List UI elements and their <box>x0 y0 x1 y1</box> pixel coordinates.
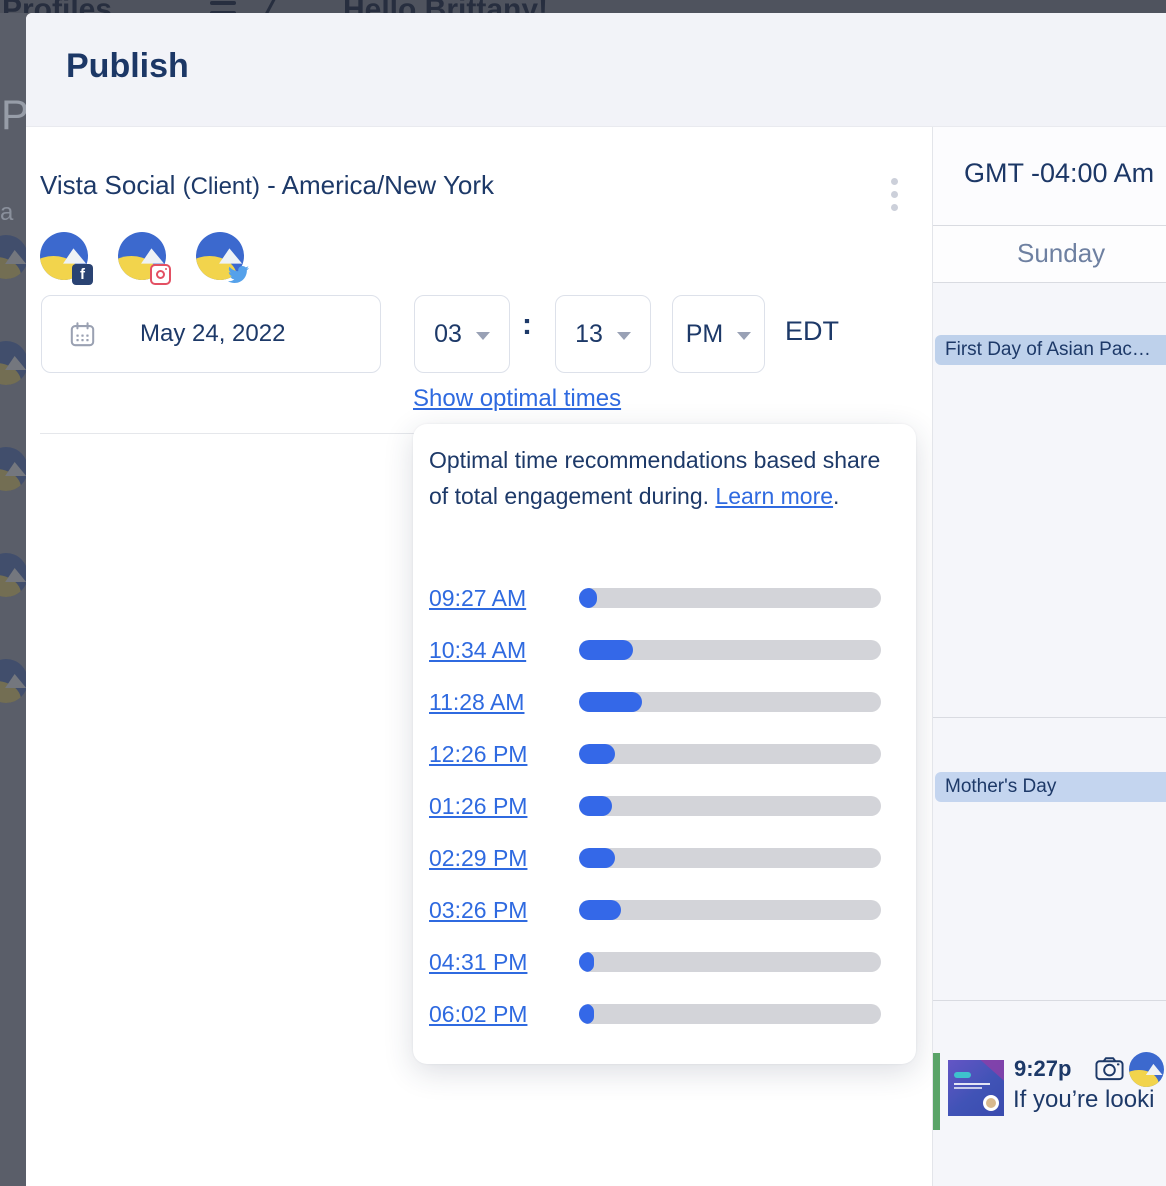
minute-value: 13 <box>575 320 603 349</box>
post-status-marker <box>933 1053 940 1130</box>
engagement-bar-track <box>579 640 881 660</box>
optimal-time-row: 12:26 PM <box>413 728 916 780</box>
facebook-badge-icon: f <box>72 264 93 285</box>
background-letter: P <box>1 91 26 139</box>
engagement-bar-fill <box>579 952 594 972</box>
calendar-icon <box>69 321 96 348</box>
background-profile-avatar <box>0 659 26 703</box>
page-title: Publish <box>66 47 189 86</box>
engagement-bar-fill <box>579 744 615 764</box>
optimal-time-link[interactable]: 04:31 PM <box>429 949 579 976</box>
meridiem-select[interactable]: PM <box>672 295 765 373</box>
optimal-time-link[interactable]: 06:02 PM <box>429 1001 579 1028</box>
optimal-time-row: 02:29 PM <box>413 832 916 884</box>
post-profile-avatar <box>1129 1052 1164 1087</box>
modal-header: Publish <box>26 13 1166 127</box>
hour-select[interactable]: 03 <box>414 295 510 373</box>
date-picker[interactable]: May 24, 2022 <box>41 295 381 373</box>
engagement-bar-track <box>579 796 881 816</box>
calendar-cell-divider <box>933 717 1166 718</box>
show-optimal-times-link[interactable]: Show optimal times <box>413 385 621 413</box>
greeting-label: Hello Brittany! <box>343 0 548 13</box>
post-message: If you’re looki <box>1013 1086 1166 1114</box>
minute-select[interactable]: 13 <box>555 295 651 373</box>
instagram-badge-icon <box>150 264 171 285</box>
hour-value: 03 <box>434 320 462 349</box>
optimal-time-link[interactable]: 09:27 AM <box>429 585 579 612</box>
optimal-time-row: 01:26 PM <box>413 780 916 832</box>
engagement-bar-track <box>579 588 881 608</box>
chevron-down-icon <box>476 332 490 340</box>
twitter-badge-icon <box>228 264 249 285</box>
timezone-header-text: GMT -04:00 Am <box>964 158 1154 189</box>
nav-profiles-label: Profiles <box>2 0 112 13</box>
profile-group-title: Vista Social (Client) - America/New York <box>40 170 494 201</box>
post-thumbnail <box>948 1060 1004 1116</box>
chevron-down-icon <box>617 332 631 340</box>
popover-description: Optimal time recommendations based share… <box>429 442 881 514</box>
post-time: 9:27p <box>1014 1056 1071 1082</box>
optimal-time-row: 06:02 PM <box>413 988 916 1040</box>
engagement-bar-fill <box>579 900 621 920</box>
optimal-time-link[interactable]: 01:26 PM <box>429 793 579 820</box>
engagement-bar-fill <box>579 796 612 816</box>
divider <box>40 433 424 434</box>
calendar-event[interactable]: Mother's Day <box>935 772 1166 802</box>
engagement-bar-fill <box>579 692 642 712</box>
scheduled-post-preview[interactable]: 9:27p If you’re looki <box>933 1052 1166 1132</box>
background-profile-avatar <box>0 447 26 491</box>
profile-avatar-instagram[interactable] <box>118 232 166 280</box>
background-sidebar-strip: P a <box>0 13 26 1186</box>
optimal-time-link[interactable]: 11:28 AM <box>429 689 579 716</box>
engagement-bar-track <box>579 692 881 712</box>
optimal-times-popover: Optimal time recommendations based share… <box>413 424 916 1064</box>
engagement-bar-fill <box>579 588 597 608</box>
engagement-bar-fill <box>579 848 615 868</box>
background-profile-avatar <box>0 341 26 385</box>
time-colon: : <box>522 308 532 342</box>
learn-more-link[interactable]: Learn more <box>715 483 833 509</box>
profile-avatar-twitter[interactable] <box>196 232 244 280</box>
calendar-event[interactable]: First Day of Asian Pac… <box>935 335 1166 365</box>
pencil-icon <box>263 0 276 13</box>
hamburger-icon <box>210 1 236 13</box>
timezone-header: GMT -04:00 Am <box>933 127 1166 225</box>
chevron-down-icon <box>737 332 751 340</box>
profile-avatar-facebook[interactable]: f <box>40 232 88 280</box>
optimal-time-link[interactable]: 10:34 AM <box>429 637 579 664</box>
optimal-times-list: 09:27 AM 10:34 AM 11:28 AM 12:26 PM 01:2… <box>413 572 916 1040</box>
calendar-panel: GMT -04:00 Am Sunday First Day of Asian … <box>932 127 1166 1186</box>
engagement-bar-track <box>579 900 881 920</box>
date-value: May 24, 2022 <box>140 320 285 348</box>
engagement-bar-fill <box>579 640 633 660</box>
optimal-time-row: 04:31 PM <box>413 936 916 988</box>
camera-icon <box>1095 1056 1124 1081</box>
engagement-bar-track <box>579 744 881 764</box>
engagement-bar-fill <box>579 1004 594 1024</box>
background-profile-avatar <box>0 553 26 597</box>
day-column-header: Sunday <box>933 225 1166 283</box>
kebab-menu-icon[interactable] <box>888 178 900 217</box>
meridiem-value: PM <box>686 320 724 349</box>
background-letter: a <box>0 199 13 227</box>
background-profile-avatar <box>0 235 26 279</box>
engagement-bar-track <box>579 848 881 868</box>
optimal-time-row: 03:26 PM <box>413 884 916 936</box>
optimal-time-row: 11:28 AM <box>413 676 916 728</box>
timezone-abbr: EDT <box>785 316 839 347</box>
publish-modal: Publish Vista Social (Client) - America/… <box>26 13 1166 1186</box>
background-top-nav: Profiles Hello Brittany! <box>0 0 1166 13</box>
optimal-time-link[interactable]: 02:29 PM <box>429 845 579 872</box>
day-header-text: Sunday <box>1017 238 1105 269</box>
optimal-time-row: 09:27 AM <box>413 572 916 624</box>
optimal-time-row: 10:34 AM <box>413 624 916 676</box>
optimal-time-link[interactable]: 03:26 PM <box>429 897 579 924</box>
calendar-cell-divider <box>933 1000 1166 1001</box>
engagement-bar-track <box>579 952 881 972</box>
optimal-time-link[interactable]: 12:26 PM <box>429 741 579 768</box>
engagement-bar-track <box>579 1004 881 1024</box>
